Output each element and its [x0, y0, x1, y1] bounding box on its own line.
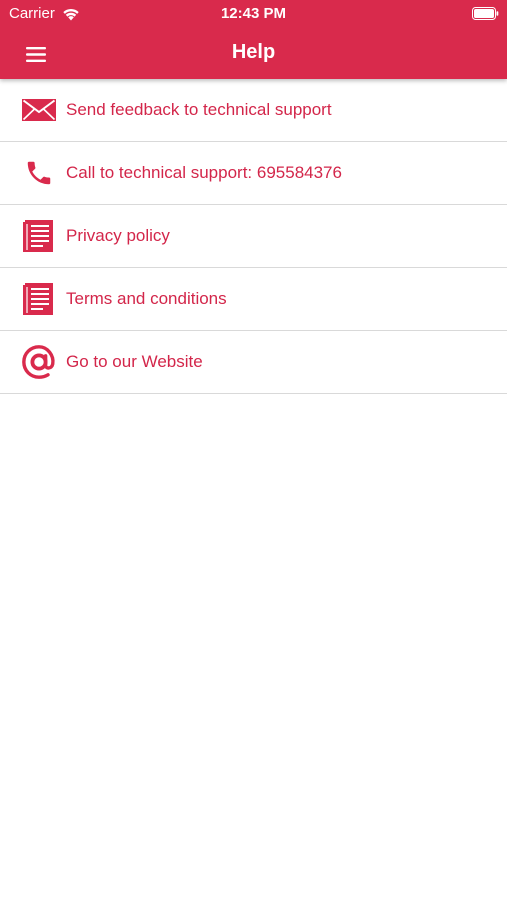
call-support-label: Call to technical support: 695584376 — [66, 163, 342, 182]
battery-icon — [472, 7, 499, 20]
at-sign-icon — [22, 345, 55, 379]
nav-bar: Help — [0, 28, 507, 79]
privacy-policy-label: Privacy policy — [66, 226, 170, 245]
help-options-list: Send feedback to technical support Call … — [0, 79, 507, 394]
list-item-website[interactable]: Go to our Website — [0, 331, 507, 394]
status-time: 12:43 PM — [220, 5, 287, 22]
website-label: Go to our Website — [66, 352, 203, 371]
send-feedback-label: Send feedback to technical support — [66, 100, 332, 119]
list-item-call-support[interactable]: Call to technical support: 695584376 — [0, 142, 507, 205]
list-item-privacy-policy[interactable]: Privacy policy — [0, 205, 507, 268]
terms-conditions-label: Terms and conditions — [66, 289, 227, 308]
document-icon — [23, 220, 53, 252]
app-header: Carrier 12:43 PM Help — [0, 0, 507, 79]
page-title: Help — [231, 41, 276, 63]
phone-icon — [27, 161, 51, 185]
list-item-send-feedback[interactable]: Send feedback to technical support — [0, 79, 507, 142]
document-icon — [23, 283, 53, 315]
status-bar: Carrier 12:43 PM — [0, 0, 507, 28]
envelope-icon — [22, 99, 56, 121]
list-item-terms-conditions[interactable]: Terms and conditions — [0, 268, 507, 331]
